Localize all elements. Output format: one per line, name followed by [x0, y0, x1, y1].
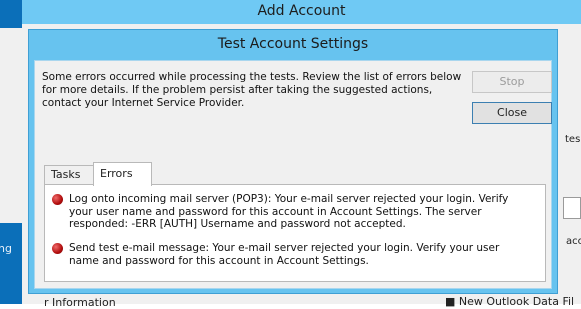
background-left-fragment: ng [0, 242, 12, 255]
add-account-titlebar: Add Account [22, 0, 581, 25]
error-text: Send test e-mail message: Your e-mail se… [69, 242, 500, 267]
error-list-item: Send test e-mail message: Your e-mail se… [52, 242, 532, 267]
error-icon [52, 194, 63, 205]
tab-errors[interactable]: Errors [93, 162, 152, 186]
background-left-panel [0, 28, 23, 223]
dialog-title: Test Account Settings [217, 36, 369, 52]
stop-button[interactable]: Stop [472, 71, 552, 93]
error-summary-message: Some errors occurred while processing th… [42, 71, 462, 109]
dialog-client-area: Some errors occurred while processing th… [34, 60, 552, 289]
background-right-fragment-1: tes [565, 134, 581, 145]
background-bottom-right-fragment: ■ New Outlook Data Fil [445, 295, 575, 308]
error-icon [52, 243, 63, 254]
background-bottom-left-fragment: r Information [44, 296, 116, 309]
error-list-item: Log onto incoming mail server (POP3): Yo… [52, 193, 532, 231]
close-button[interactable]: Close [472, 102, 552, 124]
test-account-settings-dialog: Test Account Settings Some errors occurr… [28, 29, 558, 294]
errors-tab-panel: Log onto incoming mail server (POP3): Yo… [44, 184, 546, 282]
add-account-title: Add Account [257, 3, 346, 19]
error-text: Log onto incoming mail server (POP3): Yo… [69, 193, 509, 230]
tab-tasks[interactable]: Tasks [44, 165, 94, 185]
background-right-fragment-2: acc [566, 236, 581, 247]
background-right-field [563, 197, 581, 219]
